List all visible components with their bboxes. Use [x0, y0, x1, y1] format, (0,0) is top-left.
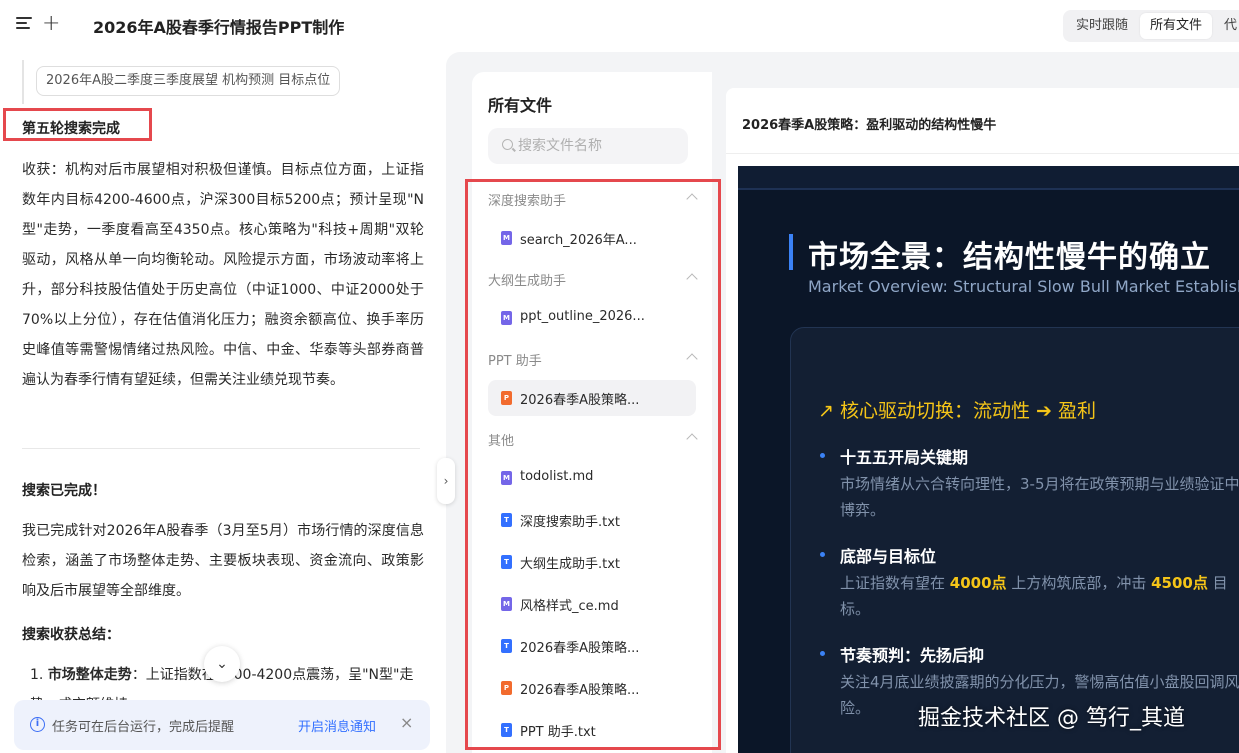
tab-all-files[interactable]: 所有文件	[1140, 13, 1213, 39]
summary-title: 搜索收获总结：	[22, 627, 120, 643]
notification-banner: i 任务可在后台运行，完成后提醒 开启消息通知 ×	[14, 700, 430, 750]
harvest-paragraph: 收获：机构对后市展望相对积极但谨慎。目标点位方面，上证指数年内目标4200-46…	[22, 162, 424, 388]
watermark: 掘金技术社区 @ 笃行_其道	[918, 706, 1185, 731]
done-paragraph: 我已完成针对2026年A股春季（3月至5月）市场行情的深度信息检索，涵盖了市场整…	[22, 523, 424, 599]
round-title: 第五轮搜索完成	[22, 121, 120, 137]
collapse-panel-button[interactable]: ›	[437, 458, 455, 504]
thread-line	[22, 60, 24, 104]
bullet-dot	[820, 453, 825, 458]
bullet-text: 上证指数有望在 4000点 上方构筑底部，冲击 4500点 目标。	[840, 570, 1239, 622]
bullet-heading: 底部与目标位	[840, 547, 937, 566]
slide-subtitle: Market Overview: Structural Slow Bull Ma…	[808, 277, 1239, 296]
close-icon[interactable]: ×	[400, 713, 413, 732]
bullet-heading: 节奏预判：先扬后抑	[840, 646, 985, 665]
previous-slide-edge	[738, 166, 1239, 190]
info-icon: i	[30, 717, 45, 732]
view-switcher: 实时跟随 所有文件 代	[1063, 10, 1239, 42]
card-heading: ↗ 核心驱动切换：流动性 ➔ 盈利	[818, 400, 1096, 422]
new-task-icon[interactable]: +	[42, 13, 60, 35]
highlight-box	[465, 179, 721, 750]
bullet-text: 市场情绪从六合转向理性，3-5月将在政策预期与业绩验证中博弈。	[840, 475, 1239, 519]
search-query-chip[interactable]: 2026年A股二季度三季度展望 机构预测 目标点位	[36, 66, 341, 96]
highlight-value: 4500点	[1151, 574, 1208, 592]
slide-title-accent	[789, 234, 793, 270]
bullet-heading: 十五五开局关键期	[840, 448, 969, 467]
slide-title: 市场全景：结构性慢牛的确立	[808, 240, 1211, 275]
summary-item-bold: 市场整体走势	[47, 667, 132, 683]
preview-header: 2026春季A股策略：盈利驱动的结构性慢牛	[726, 88, 1239, 154]
divider	[22, 448, 420, 449]
files-title: 所有文件	[488, 96, 553, 115]
chevron-down-icon: ⌄	[216, 656, 228, 672]
top-bar: + 2026年A股春季行情报告PPT制作 实时跟随 所有文件 代	[0, 0, 1239, 52]
tab-code[interactable]: 代	[1214, 13, 1239, 39]
menu-icon[interactable]	[16, 17, 32, 31]
notice-text: 任务可在后台运行，完成后提醒	[52, 720, 235, 735]
search-icon	[502, 139, 513, 150]
tab-realtime-follow[interactable]: 实时跟随	[1066, 13, 1138, 39]
chat-panel: 2026年A股二季度三季度展望 机构预测 目标点位 第五轮搜索完成 收获：机构对…	[0, 52, 446, 753]
bullet-dot	[820, 552, 825, 557]
done-title: 搜索已完成！	[22, 483, 106, 499]
chevron-right-icon: ›	[443, 474, 449, 488]
page-title: 2026年A股春季行情报告PPT制作	[93, 18, 345, 37]
file-search	[488, 128, 688, 164]
scroll-down-button[interactable]: ⌄	[204, 646, 240, 682]
bullet-text-part: 上方构筑底部，冲击	[1011, 574, 1147, 592]
bullet-dot	[820, 651, 825, 656]
enable-notification-link[interactable]: 开启消息通知	[298, 716, 376, 735]
highlight-value: 4000点	[949, 574, 1007, 592]
file-search-input[interactable]	[518, 136, 678, 156]
preview-title: 2026春季A股策略：盈利驱动的结构性慢牛	[742, 118, 997, 133]
bullet-text-part: 上证指数有望在	[840, 574, 946, 592]
